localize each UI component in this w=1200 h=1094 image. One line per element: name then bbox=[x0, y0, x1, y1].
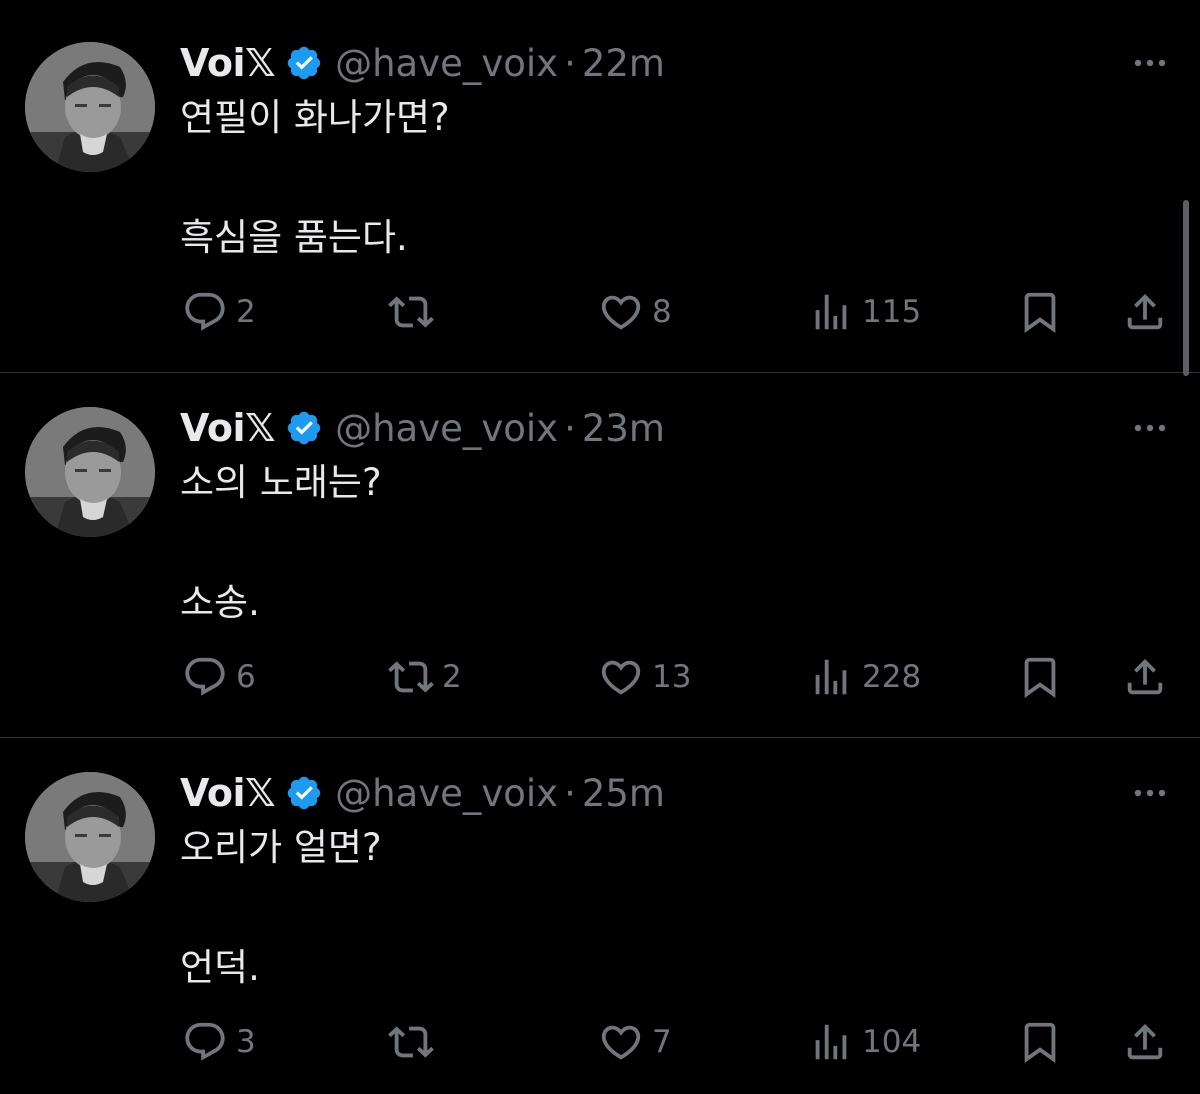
heart-icon bbox=[601, 295, 641, 330]
reply-bubble-icon bbox=[185, 657, 225, 696]
avatar[interactable] bbox=[25, 772, 155, 902]
reply-count: 2 bbox=[236, 294, 256, 330]
retweet-arrows-icon bbox=[388, 1026, 434, 1058]
avatar[interactable] bbox=[25, 407, 155, 537]
tweet-timestamp[interactable]: 23m bbox=[582, 407, 665, 450]
display-name[interactable]: Voi𝕏 bbox=[180, 406, 276, 450]
timeline: Voi𝕏 @have_voix · 22m 연필이 화나가면? 흑심을 품는다.… bbox=[0, 0, 1200, 1094]
display-name[interactable]: Voi𝕏 bbox=[180, 771, 276, 815]
share-upload-icon bbox=[1127, 1023, 1163, 1060]
tweet-header: Voi𝕏 @have_voix · 25m bbox=[180, 768, 665, 818]
views-button[interactable]: 228 bbox=[808, 655, 921, 699]
share-upload-icon bbox=[1127, 293, 1163, 330]
verified-badge-icon bbox=[287, 46, 321, 80]
views-button[interactable]: 104 bbox=[808, 1020, 921, 1064]
like-count: 8 bbox=[652, 294, 672, 330]
avatar-portrait-image bbox=[25, 407, 155, 537]
share-upload-icon bbox=[1127, 658, 1163, 695]
views-button[interactable]: 115 bbox=[808, 290, 921, 334]
verified-badge-icon bbox=[287, 411, 321, 445]
share-button[interactable] bbox=[1122, 655, 1168, 699]
tweet-header: Voi𝕏 @have_voix · 23m bbox=[180, 403, 665, 453]
avatar-portrait-image bbox=[25, 42, 155, 172]
more-dots-icon[interactable] bbox=[1130, 413, 1170, 443]
tweet[interactable]: Voi𝕏 @have_voix · 25m 오리가 얼면? 언덕. 3 7 10… bbox=[0, 730, 1200, 1094]
retweet-button[interactable] bbox=[388, 290, 442, 334]
reply-bubble-icon bbox=[185, 292, 225, 331]
retweet-arrows-icon bbox=[388, 296, 434, 328]
bookmark-icon bbox=[1024, 657, 1056, 698]
view-count: 115 bbox=[862, 294, 922, 330]
reply-count: 3 bbox=[236, 1024, 256, 1060]
bookmark-icon bbox=[1024, 1022, 1056, 1063]
like-button[interactable]: 7 bbox=[598, 1020, 672, 1064]
retweet-button[interactable] bbox=[388, 1020, 442, 1064]
more-dots-icon[interactable] bbox=[1130, 778, 1170, 808]
header-separator: · bbox=[564, 406, 576, 450]
retweet-arrows-icon bbox=[388, 661, 434, 693]
reply-button[interactable]: 3 bbox=[182, 1020, 256, 1064]
tweet-timestamp[interactable]: 22m bbox=[582, 42, 665, 85]
like-count: 13 bbox=[652, 659, 692, 695]
reply-count: 6 bbox=[236, 659, 256, 695]
user-handle[interactable]: @have_voix bbox=[335, 772, 558, 815]
bar-chart-icon bbox=[815, 1024, 847, 1060]
tweet[interactable]: Voi𝕏 @have_voix · 22m 연필이 화나가면? 흑심을 품는다.… bbox=[0, 0, 1200, 364]
like-button[interactable]: 8 bbox=[598, 290, 672, 334]
header-separator: · bbox=[564, 41, 576, 85]
bar-chart-icon bbox=[815, 294, 847, 330]
view-count: 104 bbox=[862, 1024, 922, 1060]
header-separator: · bbox=[564, 771, 576, 815]
tweet-header: Voi𝕏 @have_voix · 22m bbox=[180, 38, 665, 88]
bookmark-button[interactable] bbox=[1017, 655, 1063, 699]
tweet-actions: 6 2 13 228 bbox=[0, 655, 1200, 699]
bookmark-icon bbox=[1024, 292, 1056, 333]
like-button[interactable]: 13 bbox=[598, 655, 691, 699]
more-dots-icon[interactable] bbox=[1130, 48, 1170, 78]
tweet-timestamp[interactable]: 25m bbox=[582, 772, 665, 815]
tweet-text-question: 오리가 얼면? bbox=[180, 826, 382, 869]
tweet-text-question: 소의 노래는? bbox=[180, 461, 382, 504]
heart-icon bbox=[601, 660, 641, 695]
verified-badge-icon bbox=[287, 776, 321, 810]
display-name[interactable]: Voi𝕏 bbox=[180, 41, 276, 85]
reply-button[interactable]: 2 bbox=[182, 290, 256, 334]
retweet-count: 2 bbox=[442, 659, 462, 695]
tweet-text-answer: 흑심을 품는다. bbox=[180, 216, 408, 259]
share-button[interactable] bbox=[1122, 1020, 1168, 1064]
view-count: 228 bbox=[862, 659, 922, 695]
share-button[interactable] bbox=[1122, 290, 1168, 334]
tweet-actions: 3 7 104 bbox=[0, 1020, 1200, 1064]
avatar-portrait-image bbox=[25, 772, 155, 902]
bookmark-button[interactable] bbox=[1017, 1020, 1063, 1064]
user-handle[interactable]: @have_voix bbox=[335, 42, 558, 85]
tweet-text-answer: 소송. bbox=[180, 581, 260, 624]
bookmark-button[interactable] bbox=[1017, 290, 1063, 334]
tweet-text-answer: 언덕. bbox=[180, 946, 260, 989]
reply-button[interactable]: 6 bbox=[182, 655, 256, 699]
bar-chart-icon bbox=[815, 659, 847, 695]
heart-icon bbox=[601, 1025, 641, 1060]
tweet-text-question: 연필이 화나가면? bbox=[180, 96, 450, 139]
like-count: 7 bbox=[652, 1024, 672, 1060]
tweet-actions: 2 8 115 bbox=[0, 290, 1200, 334]
user-handle[interactable]: @have_voix bbox=[335, 407, 558, 450]
retweet-button[interactable]: 2 bbox=[388, 655, 462, 699]
avatar[interactable] bbox=[25, 42, 155, 172]
tweet[interactable]: Voi𝕏 @have_voix · 23m 소의 노래는? 소송. 6 2 13… bbox=[0, 365, 1200, 729]
reply-bubble-icon bbox=[185, 1022, 225, 1061]
